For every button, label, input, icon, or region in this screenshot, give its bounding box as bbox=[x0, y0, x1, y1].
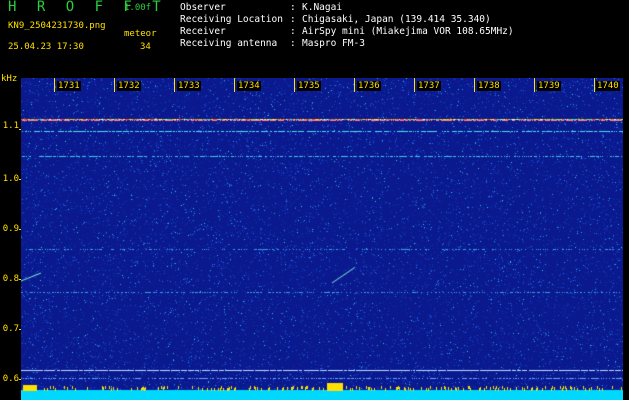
info-value: Chigasaki, Japan (139.414 35.340) bbox=[302, 14, 491, 25]
x-tick-mark bbox=[174, 78, 175, 92]
x-tick-label: 1734 bbox=[237, 81, 261, 91]
info-label: Observer bbox=[180, 2, 226, 13]
x-tick-mark bbox=[234, 78, 235, 92]
x-tick-label: 1735 bbox=[297, 81, 321, 91]
spectrogram-plot bbox=[21, 78, 623, 400]
x-tick-mark bbox=[294, 78, 295, 92]
x-tick-label: 1733 bbox=[177, 81, 201, 91]
x-tick-mark bbox=[54, 78, 55, 92]
info-value: AirSpy mini (Miakejima VOR 108.65MHz) bbox=[302, 26, 514, 37]
x-tick-mark bbox=[534, 78, 535, 92]
x-tick-mark bbox=[414, 78, 415, 92]
x-tick-mark bbox=[594, 78, 595, 92]
x-tick-label: 1731 bbox=[57, 81, 81, 91]
station-info: Observer : K.Nagai Receiving Location : … bbox=[180, 2, 514, 50]
info-separator: : bbox=[290, 26, 296, 37]
y-tick-label: 0.8 bbox=[2, 274, 19, 284]
info-row-location: Receiving Location : Chigasaki, Japan (1… bbox=[180, 14, 514, 26]
x-tick-label: 1740 bbox=[596, 81, 620, 91]
x-tick-label: 1736 bbox=[357, 81, 381, 91]
info-separator: : bbox=[290, 14, 296, 25]
info-label: Receiver bbox=[180, 26, 226, 37]
x-tick-label: 1737 bbox=[417, 81, 441, 91]
file-name: KN9_2504231730.png bbox=[8, 21, 106, 31]
info-row-antenna: Receiving antenna : Maspro FM-3 bbox=[180, 38, 514, 50]
x-tick-label: 1732 bbox=[117, 81, 141, 91]
y-tick-label: 0.6 bbox=[2, 374, 19, 384]
x-tick-mark bbox=[114, 78, 115, 92]
y-tick-label: 1.0 bbox=[2, 174, 19, 184]
info-row-receiver: Receiver : AirSpy mini (Miakejima VOR 10… bbox=[180, 26, 514, 38]
y-tick-label: 0.7 bbox=[2, 324, 19, 334]
x-tick-mark bbox=[354, 78, 355, 92]
x-tick-label: 1739 bbox=[537, 81, 561, 91]
y-axis-unit: kHz bbox=[1, 74, 18, 84]
channel-label: meteor bbox=[124, 29, 157, 39]
info-value: Maspro FM-3 bbox=[302, 38, 365, 49]
app-version: 1.00f bbox=[124, 3, 152, 13]
x-tick-label: 1738 bbox=[477, 81, 501, 91]
meteor-count: 34 bbox=[140, 42, 151, 52]
info-row-observer: Observer : K.Nagai bbox=[180, 2, 514, 14]
info-label: Receiving Location bbox=[180, 14, 283, 25]
info-label: Receiving antenna bbox=[180, 38, 278, 49]
date-time: 25.04.23 17:30 bbox=[8, 42, 84, 52]
y-tick-label: 0.9 bbox=[2, 224, 19, 234]
info-value: K.Nagai bbox=[302, 2, 343, 13]
y-tick-label: 1.1 bbox=[2, 121, 19, 131]
x-tick-mark bbox=[474, 78, 475, 92]
spectrogram-canvas bbox=[21, 78, 623, 400]
info-separator: : bbox=[290, 38, 296, 49]
hrofft-window: H R O F F T 1.00f KN9_2504231730.png met… bbox=[0, 0, 629, 400]
info-separator: : bbox=[290, 2, 296, 13]
